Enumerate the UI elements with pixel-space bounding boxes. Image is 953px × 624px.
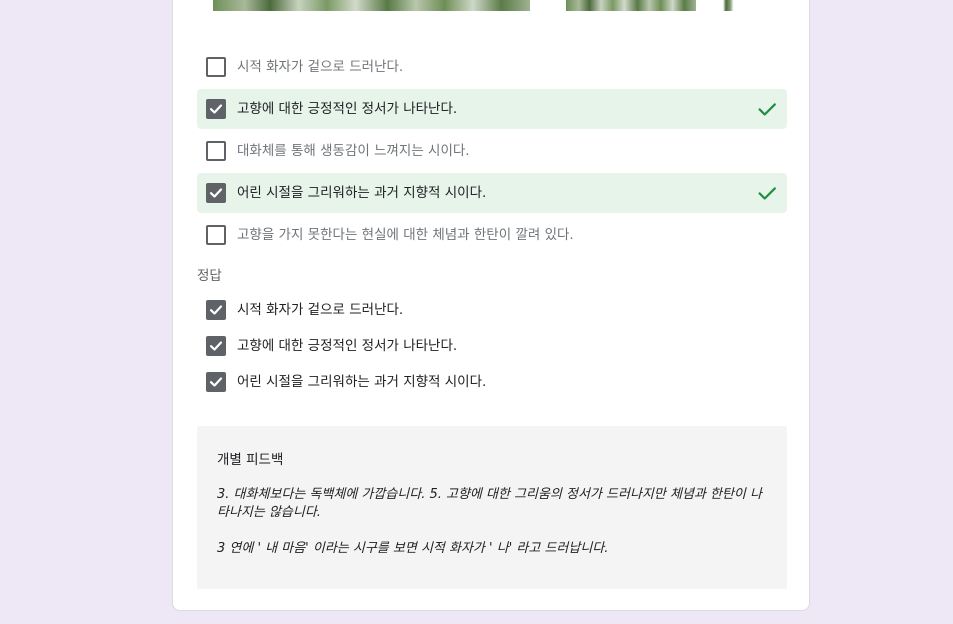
- feedback-paragraph: 3. 대화체보다는 독백체에 가깝습니다. 5. 고향에 대한 그리움의 정서가…: [217, 487, 762, 520]
- option-5[interactable]: 고향을 가지 못한다는 현실에 대한 체념과 한탄이 깔려 있다.: [197, 215, 787, 255]
- option-1[interactable]: 시적 화자가 겉으로 드러난다.: [197, 47, 787, 87]
- question-image-2: [566, 0, 696, 11]
- check-icon: [209, 341, 223, 351]
- option-3[interactable]: 대화체를 통해 생동감이 느껴지는 시이다.: [197, 131, 787, 171]
- option-label: 시적 화자가 겉으로 드러난다.: [237, 59, 404, 75]
- option-label: 대화체를 통해 생동감이 느껴지는 시이다.: [237, 143, 470, 159]
- check-icon: [209, 305, 223, 315]
- check-icon: [209, 188, 223, 198]
- answer-item-3: 어린 시절을 그리워하는 과거 지향적 시이다.: [197, 367, 787, 397]
- checkbox-checked[interactable]: [206, 183, 226, 203]
- correct-check-icon: [758, 103, 776, 116]
- option-2[interactable]: 고향에 대한 긍정적인 정서가 나타난다.: [197, 89, 787, 129]
- option-label: 어린 시절을 그리워하는 과거 지향적 시이다.: [237, 185, 487, 201]
- option-4[interactable]: 어린 시절을 그리워하는 과거 지향적 시이다.: [197, 173, 787, 213]
- answer-heading: 정답: [197, 268, 222, 284]
- answer-label: 고향에 대한 긍정적인 정서가 나타난다.: [237, 338, 458, 354]
- checkbox-checked: [206, 336, 226, 356]
- question-image-3: [714, 0, 744, 11]
- answer-item-2: 고향에 대한 긍정적인 정서가 나타난다.: [197, 331, 787, 361]
- feedback-box: 개별 피드백 3. 대화체보다는 독백체에 가깝습니다. 5. 고향에 대한 그…: [197, 426, 787, 589]
- answer-item-1: 시적 화자가 겉으로 드러난다.: [197, 295, 787, 325]
- checkbox-checked: [206, 372, 226, 392]
- checkbox-unchecked[interactable]: [206, 57, 226, 77]
- answer-label: 어린 시절을 그리워하는 과거 지향적 시이다.: [237, 374, 487, 390]
- question-image-1: [213, 0, 530, 11]
- checkbox-unchecked[interactable]: [206, 141, 226, 161]
- check-icon: [209, 377, 223, 387]
- check-icon: [209, 104, 223, 114]
- option-label: 고향을 가지 못한다는 현실에 대한 체념과 한탄이 깔려 있다.: [237, 227, 574, 243]
- checkbox-unchecked[interactable]: [206, 225, 226, 245]
- checkbox-checked[interactable]: [206, 99, 226, 119]
- correct-check-icon: [758, 187, 776, 200]
- feedback-title: 개별 피드백: [217, 452, 284, 468]
- question-card: 시적 화자가 겉으로 드러난다. 고향에 대한 긍정적인 정서가 나타난다. 대…: [172, 0, 810, 611]
- feedback-paragraph: 3 연에 ' 내 마음' 이라는 시구를 보면 시적 화자가 ' 나' 라고 드…: [217, 541, 609, 556]
- checkbox-checked: [206, 300, 226, 320]
- option-label: 고향에 대한 긍정적인 정서가 나타난다.: [237, 101, 458, 117]
- answer-label: 시적 화자가 겉으로 드러난다.: [237, 302, 404, 318]
